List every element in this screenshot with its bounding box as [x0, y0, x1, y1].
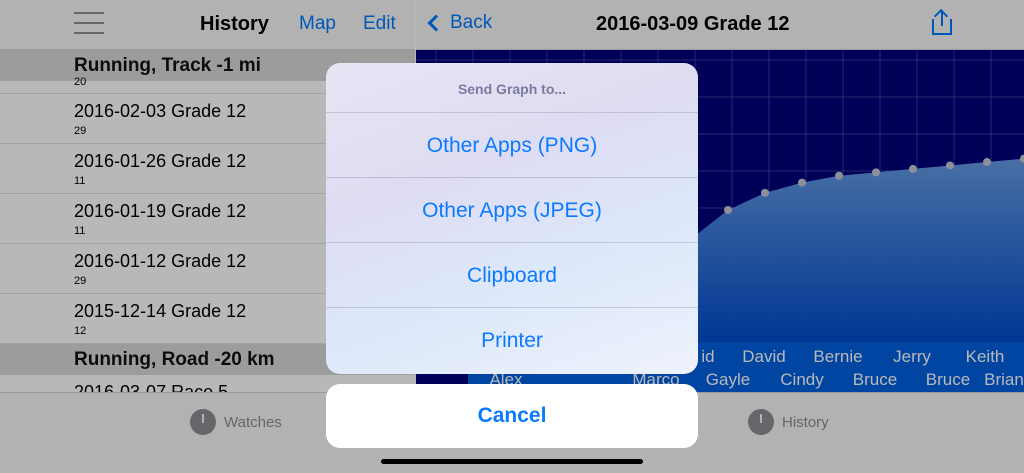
- home-indicator[interactable]: [381, 459, 643, 464]
- clipboard-button[interactable]: Clipboard: [326, 243, 698, 308]
- cancel-button[interactable]: Cancel: [326, 384, 698, 448]
- other-apps-png-button[interactable]: Other Apps (PNG): [326, 113, 698, 178]
- app-screen: History Map Edit Running, Track -1 mi 20…: [0, 0, 1024, 473]
- other-apps-jpeg-button[interactable]: Other Apps (JPEG): [326, 178, 698, 243]
- send-graph-action-sheet: Send Graph to... Other Apps (PNG) Other …: [326, 63, 698, 374]
- printer-button[interactable]: Printer: [326, 308, 698, 373]
- action-sheet-title: Send Graph to...: [326, 63, 698, 113]
